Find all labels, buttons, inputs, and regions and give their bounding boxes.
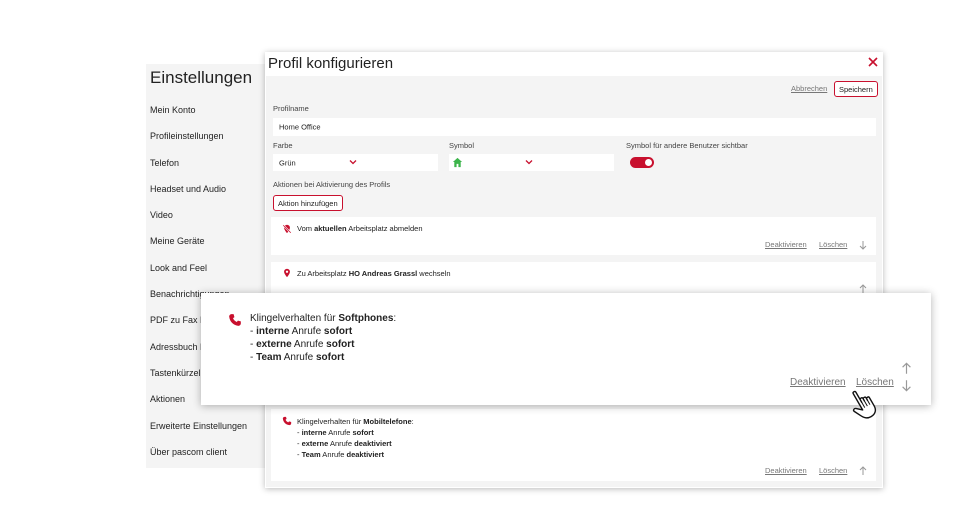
settings-item-look-and-feel[interactable]: Look and Feel <box>150 262 247 288</box>
delete-button[interactable]: Löschen <box>819 466 847 475</box>
phone-icon <box>229 314 241 326</box>
action-card-logout: Vom aktuellen Arbeitsplatz abmelden Deak… <box>271 217 876 255</box>
profile-name-label: Profilname <box>273 104 309 113</box>
symbol-label: Symbol <box>449 141 475 150</box>
actions-label: Aktionen bei Aktivierung des Profils <box>273 180 391 189</box>
action-text: Vom aktuellen Arbeitsplatz abmelden <box>297 224 423 233</box>
close-icon[interactable] <box>867 56 879 68</box>
settings-item-video[interactable]: Video <box>150 209 247 235</box>
zoomed-card-body: Klingelverhalten für Softphones: - inter… <box>211 299 921 397</box>
settings-item-telefon[interactable]: Telefon <box>150 157 247 183</box>
settings-item-ueber[interactable]: Über pascom client <box>150 446 247 472</box>
arrow-down-icon[interactable] <box>900 379 913 392</box>
save-button[interactable]: Speichern <box>834 81 878 97</box>
location-pin-icon <box>284 268 290 278</box>
modal-title: Profil konfigurieren <box>268 55 394 72</box>
arrow-up-icon[interactable] <box>900 362 913 375</box>
arrow-up-icon[interactable] <box>858 466 868 476</box>
home-icon <box>452 157 463 168</box>
deactivate-button[interactable]: Deaktivieren <box>765 240 807 249</box>
phone-icon <box>282 416 292 426</box>
deactivate-button[interactable]: Deaktivieren <box>790 377 846 388</box>
settings-list: Mein Konto Profileinstellungen Telefon H… <box>150 104 247 472</box>
arrow-down-icon[interactable] <box>858 240 868 250</box>
symbol-select[interactable] <box>449 154 614 171</box>
chevron-down-icon <box>349 160 357 165</box>
color-label: Farbe <box>273 141 293 150</box>
color-select[interactable]: Grün <box>273 154 438 171</box>
toggle-knob <box>645 159 652 166</box>
profile-name-input[interactable]: Home Office <box>273 118 876 136</box>
action-text: Klingelverhalten für Mobiltelefone: - in… <box>297 417 414 459</box>
settings-item-erweitert[interactable]: Erweiterte Einstellungen <box>150 420 247 446</box>
action-text: Zu Arbeitsplatz HO Andreas Grassl wechse… <box>297 269 451 278</box>
deactivate-button[interactable]: Deaktivieren <box>765 466 807 475</box>
profile-name-value: Home Office <box>279 122 321 132</box>
add-action-button[interactable]: Aktion hinzufügen <box>273 195 343 211</box>
location-off-icon <box>282 224 292 234</box>
modal-header: Profil konfigurieren <box>265 52 883 76</box>
profile-modal: Profil konfigurieren Abbrechen Speichern… <box>265 52 883 488</box>
zoomed-action-card: Klingelverhalten für Softphones: - inter… <box>201 293 931 405</box>
settings-item-geraete[interactable]: Meine Geräte <box>150 235 247 261</box>
chevron-down-icon <box>525 160 533 165</box>
hand-cursor-icon <box>852 390 877 419</box>
color-value: Grün <box>279 158 296 167</box>
modal-body: Abbrechen Speichern Profilname Home Offi… <box>266 76 882 487</box>
delete-button[interactable]: Löschen <box>819 240 847 249</box>
settings-title: Einstellungen <box>150 68 253 87</box>
action-card-mobile: Klingelverhalten für Mobiltelefone: - in… <box>271 409 876 481</box>
settings-item-headset[interactable]: Headset und Audio <box>150 183 247 209</box>
settings-item-mein-konto[interactable]: Mein Konto <box>150 104 247 130</box>
zoomed-action-text: Klingelverhalten für Softphones: - inter… <box>250 313 397 363</box>
visible-label: Symbol für andere Benutzer sichtbar <box>626 141 748 150</box>
settings-item-profileinstellungen[interactable]: Profileinstellungen <box>150 130 247 156</box>
cancel-button[interactable]: Abbrechen <box>791 84 827 93</box>
visible-toggle[interactable] <box>630 157 654 168</box>
